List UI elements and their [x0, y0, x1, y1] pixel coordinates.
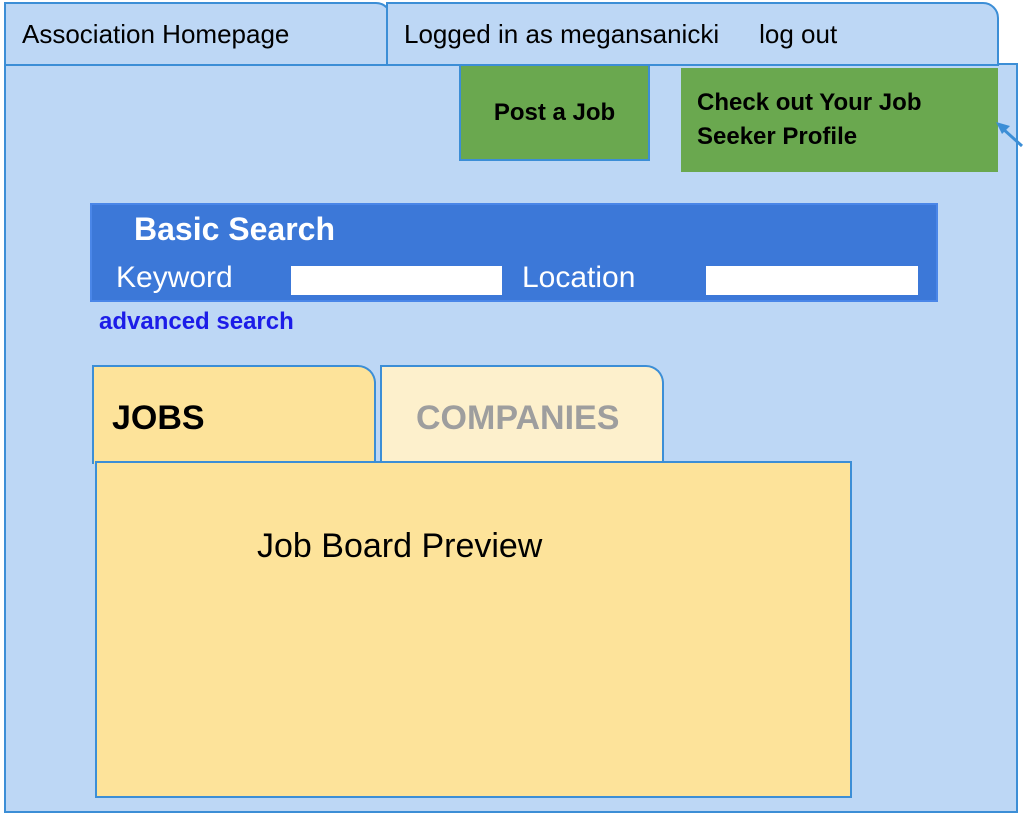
user-status-tab: Logged in as megansanicki log out: [386, 2, 999, 66]
logged-in-text: Logged in as megansanicki: [404, 18, 720, 49]
location-label: Location: [522, 261, 636, 294]
keyword-label: Keyword: [116, 261, 233, 294]
basic-search-title: Basic Search: [134, 211, 336, 247]
tab-companies-label: COMPANIES: [416, 399, 620, 437]
advanced-search-link[interactable]: advanced search: [99, 308, 294, 336]
job-board-preview-text: Job Board Preview: [257, 527, 543, 565]
job-seeker-profile-label: Check out Your Job Seeker Profile: [697, 89, 922, 150]
post-job-button[interactable]: Post a Job: [459, 64, 650, 161]
location-input[interactable]: [706, 266, 918, 295]
job-seeker-profile-button[interactable]: Check out Your Job Seeker Profile: [681, 68, 998, 172]
association-homepage-label: Association Homepage: [22, 18, 290, 49]
mockup-canvas: Association Homepage Logged in as megans…: [0, 0, 1024, 819]
basic-search-panel: Basic Search Keyword Location: [90, 203, 938, 302]
tab-jobs-label: JOBS: [112, 399, 205, 437]
association-homepage-tab[interactable]: Association Homepage: [4, 2, 392, 66]
job-board-preview-panel: Job Board Preview: [95, 461, 852, 798]
post-job-label: Post a Job: [493, 98, 616, 126]
arrow-pointer-icon: [996, 122, 1024, 148]
logout-link[interactable]: log out: [759, 19, 837, 50]
keyword-input[interactable]: [291, 266, 502, 295]
tab-jobs[interactable]: JOBS: [92, 365, 376, 464]
tab-companies[interactable]: COMPANIES: [380, 365, 664, 464]
